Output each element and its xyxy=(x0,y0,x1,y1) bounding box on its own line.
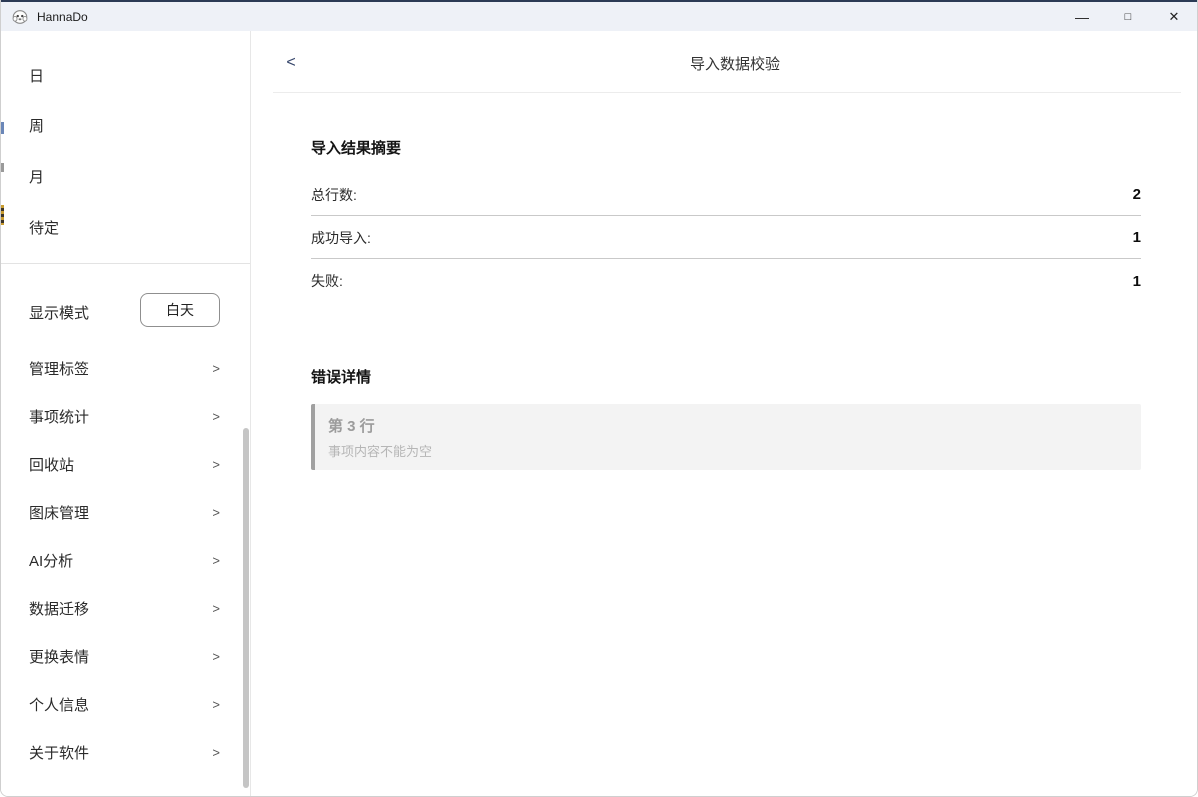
error-card: 第 3 行 事项内容不能为空 xyxy=(311,404,1141,470)
maximize-button[interactable]: □ xyxy=(1105,2,1151,31)
header-divider xyxy=(273,92,1181,93)
chevron-right-icon: > xyxy=(212,649,220,664)
app-title: HannaDo xyxy=(37,10,88,24)
summary-row-total: 总行数: 2 xyxy=(311,174,1141,216)
window-content: 日 周 月 待定 显示模式 白天 管理标签 > 事项统计 > xyxy=(1,31,1197,796)
sidebar-scrollbar-thumb[interactable] xyxy=(243,428,249,788)
sidebar-item-month[interactable]: 月 xyxy=(1,156,250,196)
sidebar-item-label: 日 xyxy=(29,65,44,86)
maximize-icon: □ xyxy=(1125,11,1132,23)
sidebar-item-change-emoji[interactable]: 更换表情 > xyxy=(1,632,250,680)
menu-item-label: AI分析 xyxy=(29,550,73,571)
menu-item-label: 更换表情 xyxy=(29,646,89,667)
menu-item-label: 个人信息 xyxy=(29,694,89,715)
titlebar: HannaDo — □ ✕ xyxy=(1,2,1197,31)
menu-item-label: 图床管理 xyxy=(29,502,89,523)
sidebar-item-data-migration[interactable]: 数据迁移 > xyxy=(1,584,250,632)
sidebar-item-about[interactable]: 关于软件 > xyxy=(1,728,250,776)
sidebar-item-statistics[interactable]: 事项统计 > xyxy=(1,392,250,440)
chevron-right-icon: > xyxy=(212,601,220,616)
chevron-right-icon: > xyxy=(212,553,220,568)
display-mode-toggle-button[interactable]: 白天 xyxy=(140,293,220,327)
sidebar-item-ai-analysis[interactable]: AI分析 > xyxy=(1,536,250,584)
minimize-icon: — xyxy=(1075,9,1089,25)
close-icon: ✕ xyxy=(1169,9,1180,25)
sidebar-item-manage-tags[interactable]: 管理标签 > xyxy=(1,344,250,392)
chevron-right-icon: > xyxy=(212,505,220,520)
summary-row-value: 1 xyxy=(1133,229,1141,246)
display-mode-label: 显示模式 xyxy=(29,302,89,323)
page-title: 导入数据校验 xyxy=(273,53,1197,74)
page-header: < 导入数据校验 xyxy=(251,31,1197,92)
app-icon xyxy=(11,8,29,26)
sidebar-item-label: 月 xyxy=(29,166,44,187)
sidebar-item-personal-info[interactable]: 个人信息 > xyxy=(1,680,250,728)
sidebar-item-label: 周 xyxy=(29,115,44,136)
minimize-button[interactable]: — xyxy=(1059,2,1105,31)
display-mode-row: 显示模式 白天 xyxy=(1,293,250,329)
app-window: HannaDo — □ ✕ 日 周 月 xyxy=(0,0,1198,797)
sidebar-item-day[interactable]: 日 xyxy=(1,55,250,95)
sidebar-divider xyxy=(1,263,250,264)
chevron-right-icon: > xyxy=(212,457,220,472)
summary-row-failed: 失败: 1 xyxy=(311,260,1141,302)
summary-row-label: 总行数: xyxy=(311,185,357,205)
error-row-message: 事项内容不能为空 xyxy=(328,441,1125,460)
errors-section-heading: 错误详情 xyxy=(311,366,371,387)
sidebar-item-image-hosting[interactable]: 图床管理 > xyxy=(1,488,250,536)
sidebar: 日 周 月 待定 显示模式 白天 管理标签 > 事项统计 > xyxy=(1,31,251,796)
menu-item-label: 回收站 xyxy=(29,454,74,475)
summary-row-label: 失败: xyxy=(311,271,343,291)
summary-row-label: 成功导入: xyxy=(311,228,371,248)
close-button[interactable]: ✕ xyxy=(1151,2,1197,31)
error-row-title: 第 3 行 xyxy=(328,415,1125,436)
menu-item-label: 事项统计 xyxy=(29,406,89,427)
summary-row-success: 成功导入: 1 xyxy=(311,217,1141,259)
menu-item-label: 数据迁移 xyxy=(29,598,89,619)
summary-row-value: 1 xyxy=(1133,273,1141,290)
main-panel: < 导入数据校验 导入结果摘要 总行数: 2 成功导入: 1 失败: 1 错误详… xyxy=(251,31,1197,796)
chevron-right-icon: > xyxy=(212,745,220,760)
chevron-right-icon: > xyxy=(212,697,220,712)
sidebar-item-recycle-bin[interactable]: 回收站 > xyxy=(1,440,250,488)
menu-item-label: 管理标签 xyxy=(29,358,89,379)
window-controls: — □ ✕ xyxy=(1059,2,1197,31)
sidebar-item-label: 待定 xyxy=(29,217,59,238)
window-top-accent xyxy=(1,0,1197,2)
chevron-right-icon: > xyxy=(212,361,220,376)
chevron-right-icon: > xyxy=(212,409,220,424)
menu-item-label: 关于软件 xyxy=(29,742,89,763)
sidebar-item-pending[interactable]: 待定 xyxy=(1,207,250,247)
summary-row-value: 2 xyxy=(1133,186,1141,203)
sidebar-item-week[interactable]: 周 xyxy=(1,105,250,145)
summary-section-heading: 导入结果摘要 xyxy=(311,137,401,158)
